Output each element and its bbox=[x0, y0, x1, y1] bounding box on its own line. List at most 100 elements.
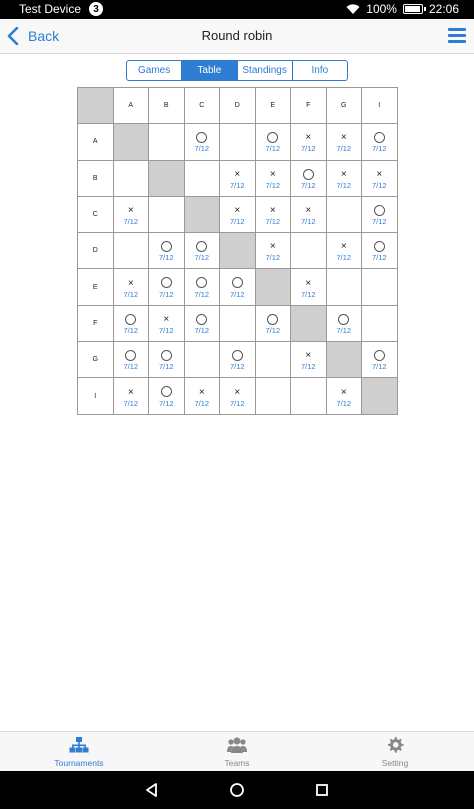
result-cell[interactable]: 7/12 bbox=[148, 341, 185, 379]
win-circle-icon bbox=[196, 313, 208, 326]
result-cell[interactable]: 7/12 bbox=[148, 377, 185, 415]
loss-cross-icon: × bbox=[305, 132, 312, 144]
diagonal-cell bbox=[290, 304, 327, 343]
result-cell[interactable]: × 7/12 bbox=[112, 268, 149, 306]
match-date: 7/12 bbox=[371, 362, 387, 372]
empty-cell[interactable] bbox=[325, 195, 362, 234]
loss-cross-icon: × bbox=[269, 241, 276, 253]
tab-setting[interactable]: Setting bbox=[316, 732, 474, 771]
result-cell[interactable]: × 7/12 bbox=[290, 195, 327, 234]
win-circle-icon bbox=[267, 131, 279, 144]
result-cell[interactable]: 7/12 bbox=[325, 304, 362, 343]
result-cell[interactable]: × 7/12 bbox=[183, 377, 220, 415]
empty-cell[interactable] bbox=[183, 159, 220, 197]
match-date: 7/12 bbox=[229, 217, 245, 227]
result-cell[interactable]: × 7/12 bbox=[219, 377, 256, 415]
result-cell[interactable]: × 7/12 bbox=[112, 195, 149, 234]
empty-cell[interactable] bbox=[148, 123, 185, 161]
tournament-icon bbox=[69, 736, 89, 758]
tab-tournaments[interactable]: Tournaments bbox=[0, 732, 158, 771]
result-cell[interactable]: × 7/12 bbox=[325, 377, 362, 415]
empty-cell[interactable] bbox=[112, 232, 149, 270]
result-cell[interactable]: 7/12 bbox=[219, 268, 256, 306]
column-header-b: B bbox=[148, 86, 185, 125]
result-cell[interactable]: × 7/12 bbox=[254, 232, 291, 270]
empty-cell[interactable] bbox=[183, 341, 220, 379]
row-header-a: A bbox=[77, 123, 114, 161]
loss-cross-icon: × bbox=[234, 386, 241, 398]
empty-cell[interactable] bbox=[148, 195, 185, 234]
segment-info[interactable]: Info bbox=[293, 61, 347, 80]
segment-standings[interactable]: Standings bbox=[238, 61, 293, 80]
tab-teams[interactable]: Teams bbox=[158, 732, 316, 771]
result-cell[interactable]: 7/12 bbox=[290, 159, 327, 197]
empty-cell[interactable] bbox=[325, 268, 362, 306]
result-cell[interactable]: 7/12 bbox=[183, 232, 220, 270]
loss-cross-icon: × bbox=[305, 277, 312, 289]
device-name: Test Device bbox=[19, 2, 82, 16]
match-date: 7/12 bbox=[123, 398, 139, 408]
loss-cross-icon: × bbox=[127, 386, 134, 398]
result-cell[interactable]: 7/12 bbox=[361, 341, 398, 379]
result-cell[interactable]: 7/12 bbox=[112, 341, 149, 379]
result-cell[interactable]: × 7/12 bbox=[219, 159, 256, 197]
menu-icon[interactable] bbox=[448, 28, 466, 43]
notification-badge: 3 bbox=[89, 2, 104, 16]
empty-cell[interactable] bbox=[254, 377, 291, 415]
result-cell[interactable]: × 7/12 bbox=[325, 232, 362, 270]
back-triangle-icon[interactable] bbox=[144, 782, 160, 798]
win-circle-icon bbox=[160, 240, 172, 253]
result-cell[interactable]: × 7/12 bbox=[290, 341, 327, 379]
match-date: 7/12 bbox=[229, 398, 245, 408]
segment-games[interactable]: Games bbox=[127, 61, 183, 80]
empty-cell[interactable] bbox=[361, 268, 398, 306]
diagonal-cell bbox=[254, 268, 291, 306]
tab-label: Teams bbox=[224, 757, 250, 768]
result-cell[interactable]: 7/12 bbox=[361, 123, 398, 161]
column-header-a: A bbox=[112, 86, 149, 125]
result-cell[interactable]: 7/12 bbox=[148, 232, 185, 270]
empty-cell[interactable] bbox=[219, 304, 256, 343]
result-cell[interactable]: × 7/12 bbox=[254, 195, 291, 234]
gear-icon bbox=[385, 736, 405, 758]
result-cell[interactable]: 7/12 bbox=[254, 123, 291, 161]
result-cell[interactable]: × 7/12 bbox=[112, 377, 149, 415]
win-circle-icon bbox=[373, 349, 385, 362]
match-date: 7/12 bbox=[265, 144, 281, 154]
match-date: 7/12 bbox=[336, 253, 352, 263]
match-date: 7/12 bbox=[229, 180, 245, 190]
empty-cell[interactable] bbox=[290, 377, 327, 415]
result-cell[interactable]: 7/12 bbox=[254, 304, 291, 343]
empty-cell[interactable] bbox=[290, 232, 327, 270]
tab-label: Setting bbox=[381, 757, 409, 768]
result-cell[interactable]: × 7/12 bbox=[290, 268, 327, 306]
segment-table[interactable]: Table bbox=[182, 61, 238, 80]
result-cell[interactable]: 7/12 bbox=[219, 341, 256, 379]
diagonal-cell bbox=[361, 377, 398, 415]
result-cell[interactable]: × 7/12 bbox=[290, 123, 327, 161]
result-cell[interactable]: 7/12 bbox=[183, 268, 220, 306]
result-cell[interactable]: 7/12 bbox=[361, 232, 398, 270]
result-cell[interactable]: × 7/12 bbox=[361, 159, 398, 197]
result-cell[interactable]: × 7/12 bbox=[254, 159, 291, 197]
result-cell[interactable]: 7/12 bbox=[183, 304, 220, 343]
recents-square-icon[interactable] bbox=[314, 782, 330, 798]
result-cell[interactable]: 7/12 bbox=[148, 268, 185, 306]
result-cell[interactable]: × 7/12 bbox=[325, 159, 362, 197]
result-cell[interactable]: 7/12 bbox=[361, 195, 398, 234]
result-cell[interactable]: × 7/12 bbox=[148, 304, 185, 343]
home-circle-icon[interactable] bbox=[229, 782, 245, 798]
result-cell[interactable]: 7/12 bbox=[183, 123, 220, 161]
table-row: I × 7/12 7/12 × 7/12 × 7/12 × 7/12 bbox=[77, 377, 398, 415]
status-right: 100% 22:06 bbox=[346, 2, 459, 16]
empty-cell[interactable] bbox=[112, 159, 149, 197]
match-date: 7/12 bbox=[229, 289, 245, 299]
empty-cell[interactable] bbox=[361, 304, 398, 343]
result-cell[interactable]: × 7/12 bbox=[219, 195, 256, 234]
result-cell[interactable]: × 7/12 bbox=[325, 123, 362, 161]
loss-cross-icon: × bbox=[340, 168, 347, 180]
empty-cell[interactable] bbox=[219, 123, 256, 161]
empty-cell[interactable] bbox=[254, 341, 291, 379]
result-cell[interactable]: 7/12 bbox=[112, 304, 149, 343]
row-header-d: D bbox=[77, 232, 114, 270]
